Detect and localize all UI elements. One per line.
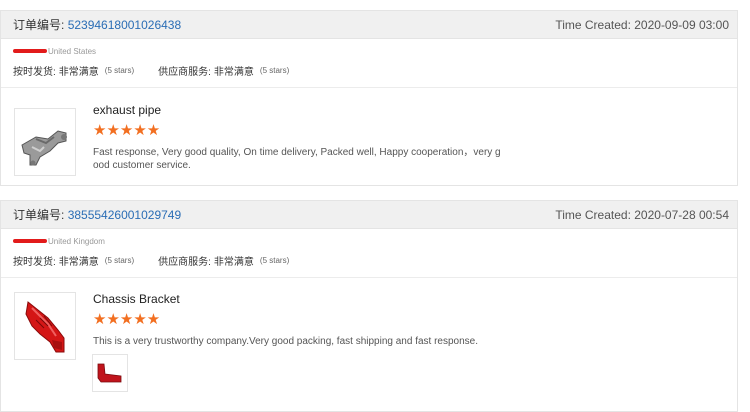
star-rating: ★★★★★ [93,311,161,328]
buyer-country: United Kingdom [48,236,105,246]
product-name[interactable]: Chassis Bracket [93,292,503,306]
exhaust-pipe-icon [21,130,67,166]
review-photo-bracket[interactable] [92,354,128,392]
supplier-ratings: 按时发货: 非常满意 (5 stars) 供应商服务: 非常满意 (5 star… [13,63,725,78]
review-text: Fast response, Very good quality, On tim… [93,147,501,171]
rating-on-time-shipping: 按时发货: 非常满意 (5 stars) [13,66,135,78]
exhaust-pipe-image[interactable] [14,108,76,176]
redacted-buyer-name [13,239,47,243]
rating-supplier-service: 供应商服务: 非常满意 (5 stars) [158,66,290,78]
time-created: Time Created: 2020-07-28 00:54 [555,207,729,222]
rating-on-time-shipping: 按时发货: 非常满意 (5 stars) [13,256,135,268]
divider [1,277,737,278]
rating-supplier-service: 供应商服务: 非常满意 (5 stars) [158,256,290,268]
buyer-info: United Kingdom 按时发货: 非常满意 (5 stars) 供应商服… [1,229,737,269]
divider [1,87,737,88]
bracket-photo-icon [97,363,122,383]
chassis-bracket-icon [25,301,65,353]
time-created: Time Created: 2020-09-09 03:00 [555,17,729,32]
supplier-ratings: 按时发货: 非常满意 (5 stars) 供应商服务: 非常满意 (5 star… [13,253,725,268]
buyer-country: United States [48,46,97,56]
redacted-buyer-name [13,49,47,53]
order-number-link[interactable]: 52394618001026438 [68,18,181,32]
order-number-link[interactable]: 38555426001029749 [68,208,181,222]
order-card: 订单编号: 52394618001026438 Time Created: 20… [0,10,738,186]
chassis-bracket-image[interactable] [14,292,76,360]
order-header: 订单编号: 38555426001029749 Time Created: 20… [1,201,737,229]
review-text: This is a very trustworthy company.Very … [93,336,479,347]
order-number-label: 订单编号: [13,18,65,32]
order-card: 订单编号: 38555426001029749 Time Created: 20… [0,200,738,412]
order-header: 订单编号: 52394618001026438 Time Created: 20… [1,11,737,39]
buyer-info: United States 按时发货: 非常满意 (5 stars) 供应商服务… [1,39,737,79]
star-rating: ★★★★★ [93,122,161,139]
product-name[interactable]: exhaust pipe [93,103,503,117]
order-number-label: 订单编号: [13,208,65,222]
